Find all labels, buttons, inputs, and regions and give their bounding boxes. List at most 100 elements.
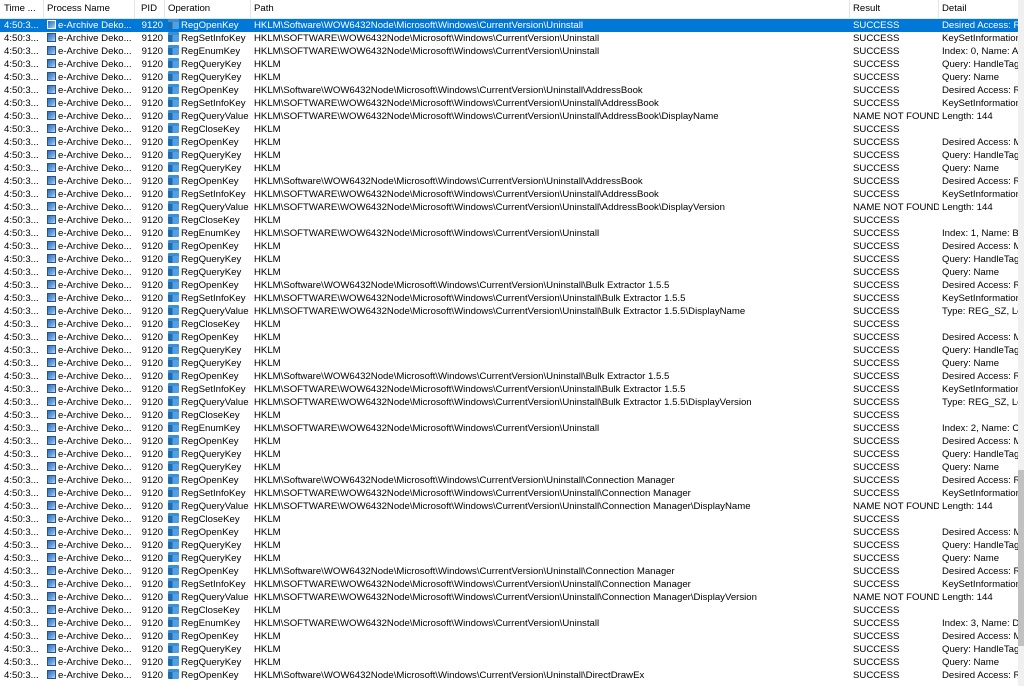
event-process-name: e-Archive Deko... xyxy=(44,435,135,448)
table-row[interactable]: 4:50:3... e-Archive Deko... 9120 RegCloseKe… xyxy=(0,513,1024,526)
column-header-detail[interactable]: Detail xyxy=(939,0,1024,18)
table-row[interactable]: 4:50:3... e-Archive Deko... 9120 RegOpenKey… xyxy=(0,630,1024,643)
event-detail-text: Desired Access: M... xyxy=(942,241,1024,252)
table-row[interactable]: 4:50:3... e-Archive Deko... 9120 RegQueryKe… xyxy=(0,643,1024,656)
table-row[interactable]: 4:50:3... e-Archive Deko... 9120 RegQueryKe… xyxy=(0,266,1024,279)
column-header-pid[interactable]: PID xyxy=(135,0,165,18)
table-row[interactable]: 4:50:3... e-Archive Deko... 9120 RegSetInfo… xyxy=(0,188,1024,201)
event-detail: Query: HandleTag... xyxy=(939,344,1024,357)
event-pid: 9120 xyxy=(135,318,165,331)
registry-icon xyxy=(168,110,179,120)
table-row[interactable]: 4:50:3... e-Archive Deko... 9120 RegQueryKe… xyxy=(0,539,1024,552)
table-row[interactable]: 4:50:3... e-Archive Deko... 9120 RegQueryVa… xyxy=(0,305,1024,318)
vertical-scrollbar[interactable] xyxy=(1018,0,1024,686)
table-row[interactable]: 4:50:3... e-Archive Deko... 9120 RegOpenKey… xyxy=(0,331,1024,344)
event-time-text: 4:50:3... xyxy=(4,189,39,200)
table-row[interactable]: 4:50:3... e-Archive Deko... 9120 RegQueryKe… xyxy=(0,58,1024,71)
table-row[interactable]: 4:50:3... e-Archive Deko... 9120 RegCloseKe… xyxy=(0,318,1024,331)
event-detail-text: KeySetInformation... xyxy=(942,189,1024,200)
table-row[interactable]: 4:50:3... e-Archive Deko... 9120 RegQueryVa… xyxy=(0,591,1024,604)
event-time: 4:50:3... xyxy=(0,513,44,526)
event-pid: 9120 xyxy=(135,539,165,552)
table-row[interactable]: 4:50:3... e-Archive Deko... 9120 RegSetInfo… xyxy=(0,383,1024,396)
table-row[interactable]: 4:50:3... e-Archive Deko... 9120 RegQueryKe… xyxy=(0,656,1024,669)
table-row[interactable]: 4:50:3... e-Archive Deko... 9120 RegCloseKe… xyxy=(0,214,1024,227)
table-row[interactable]: 4:50:3... e-Archive Deko... 9120 RegQueryKe… xyxy=(0,253,1024,266)
table-row[interactable]: 4:50:3... e-Archive Deko... 9120 RegOpenKey… xyxy=(0,669,1024,682)
table-row[interactable]: 4:50:3... e-Archive Deko... 9120 RegOpenKey… xyxy=(0,435,1024,448)
table-row[interactable]: 4:50:3... e-Archive Deko... 9120 RegQueryKe… xyxy=(0,448,1024,461)
event-time-text: 4:50:3... xyxy=(4,540,39,551)
process-icon xyxy=(47,449,56,458)
event-time: 4:50:3... xyxy=(0,422,44,435)
column-header-path[interactable]: Path xyxy=(251,0,850,18)
table-row[interactable]: 4:50:3... e-Archive Deko... 9120 RegQueryKe… xyxy=(0,344,1024,357)
column-header-operation[interactable]: Operation xyxy=(165,0,251,18)
registry-icon xyxy=(168,669,179,679)
event-path-text: HKLM xyxy=(254,137,281,148)
process-icon xyxy=(47,527,56,536)
table-row[interactable]: 4:50:3... e-Archive Deko... 9120 RegOpenKey… xyxy=(0,370,1024,383)
event-result: SUCCESS xyxy=(850,669,939,682)
event-time: 4:50:3... xyxy=(0,526,44,539)
table-row[interactable]: 4:50:3... e-Archive Deko... 9120 RegQueryVa… xyxy=(0,500,1024,513)
table-row[interactable]: 4:50:3... e-Archive Deko... 9120 RegEnumKey… xyxy=(0,45,1024,58)
event-operation-text: RegOpenKey xyxy=(181,631,239,642)
table-row[interactable]: 4:50:3... e-Archive Deko... 9120 RegSetInfo… xyxy=(0,292,1024,305)
event-detail-text: Length: 144 xyxy=(942,501,993,512)
event-detail: KeySetInformation... xyxy=(939,97,1024,110)
registry-icon xyxy=(168,617,179,627)
column-header-time[interactable]: Time ... xyxy=(0,0,44,18)
table-row[interactable]: 4:50:3... e-Archive Deko... 9120 RegOpenKey… xyxy=(0,19,1024,32)
event-process-name: e-Archive Deko... xyxy=(44,240,135,253)
event-pid: 9120 xyxy=(135,474,165,487)
table-row[interactable]: 4:50:3... e-Archive Deko... 9120 RegCloseKe… xyxy=(0,604,1024,617)
table-row[interactable]: 4:50:3... e-Archive Deko... 9120 RegCloseKe… xyxy=(0,409,1024,422)
table-row[interactable]: 4:50:3... e-Archive Deko... 9120 RegQueryVa… xyxy=(0,110,1024,123)
event-pid-text: 9120 xyxy=(141,358,163,369)
process-icon xyxy=(47,592,56,601)
table-row[interactable]: 4:50:3... e-Archive Deko... 9120 RegOpenKey… xyxy=(0,526,1024,539)
event-path-text: HKLM\SOFTWARE\WOW6432Node\Microsoft\Wind… xyxy=(254,384,686,395)
column-header-result[interactable]: Result xyxy=(850,0,939,18)
table-row[interactable]: 4:50:3... e-Archive Deko... 9120 RegQueryKe… xyxy=(0,461,1024,474)
table-row[interactable]: 4:50:3... e-Archive Deko... 9120 RegEnumKey… xyxy=(0,422,1024,435)
event-time-text: 4:50:3... xyxy=(4,85,39,96)
table-row[interactable]: 4:50:3... e-Archive Deko... 9120 RegSetInfo… xyxy=(0,32,1024,45)
table-row[interactable]: 4:50:3... e-Archive Deko... 9120 RegEnumKey… xyxy=(0,617,1024,630)
table-row[interactable]: 4:50:3... e-Archive Deko... 9120 RegQueryVa… xyxy=(0,396,1024,409)
table-row[interactable]: 4:50:3... e-Archive Deko... 9120 RegOpenKey… xyxy=(0,84,1024,97)
table-row[interactable]: 4:50:3... e-Archive Deko... 9120 RegQueryKe… xyxy=(0,71,1024,84)
table-row[interactable]: 4:50:3... e-Archive Deko... 9120 RegOpenKey… xyxy=(0,474,1024,487)
table-row[interactable]: 4:50:3... e-Archive Deko... 9120 RegEnumKey… xyxy=(0,227,1024,240)
table-row[interactable]: 4:50:3... e-Archive Deko... 9120 RegQueryKe… xyxy=(0,357,1024,370)
table-row[interactable]: 4:50:3... e-Archive Deko... 9120 RegQueryKe… xyxy=(0,552,1024,565)
table-row[interactable]: 4:50:3... e-Archive Deko... 9120 RegOpenKey… xyxy=(0,565,1024,578)
table-row[interactable]: 4:50:3... e-Archive Deko... 9120 RegOpenKey… xyxy=(0,136,1024,149)
table-row[interactable]: 4:50:3... e-Archive Deko... 9120 RegQueryKe… xyxy=(0,149,1024,162)
event-detail: Query: HandleTag... xyxy=(939,149,1024,162)
table-row[interactable]: 4:50:3... e-Archive Deko... 9120 RegCloseKe… xyxy=(0,123,1024,136)
event-list[interactable]: Time ... Process Name PID Operation Path… xyxy=(0,0,1024,686)
event-path: HKLM\SOFTWARE\WOW6432Node\Microsoft\Wind… xyxy=(251,97,850,110)
table-row[interactable]: 4:50:3... e-Archive Deko... 9120 RegOpenKey… xyxy=(0,175,1024,188)
event-operation-text: RegQueryValue xyxy=(181,111,249,122)
event-detail: Desired Access: M... xyxy=(939,435,1024,448)
table-row[interactable]: 4:50:3... e-Archive Deko... 9120 RegQueryKe… xyxy=(0,162,1024,175)
event-process-name-text: e-Archive Deko... xyxy=(58,501,132,512)
event-detail: Desired Access: M... xyxy=(939,136,1024,149)
event-result: SUCCESS xyxy=(850,84,939,97)
table-row[interactable]: 4:50:3... e-Archive Deko... 9120 RegQueryVa… xyxy=(0,201,1024,214)
event-time-text: 4:50:3... xyxy=(4,527,39,538)
scrollbar-thumb[interactable] xyxy=(1018,470,1024,646)
table-row[interactable]: 4:50:3... e-Archive Deko... 9120 RegOpenKey… xyxy=(0,240,1024,253)
event-process-name: e-Archive Deko... xyxy=(44,409,135,422)
column-header-process-name[interactable]: Process Name xyxy=(44,0,135,18)
process-icon xyxy=(47,176,56,185)
event-time: 4:50:3... xyxy=(0,383,44,396)
table-row[interactable]: 4:50:3... e-Archive Deko... 9120 RegSetInfo… xyxy=(0,487,1024,500)
event-time-text: 4:50:3... xyxy=(4,46,39,57)
table-row[interactable]: 4:50:3... e-Archive Deko... 9120 RegSetInfo… xyxy=(0,97,1024,110)
table-row[interactable]: 4:50:3... e-Archive Deko... 9120 RegOpenKey… xyxy=(0,279,1024,292)
table-row[interactable]: 4:50:3... e-Archive Deko... 9120 RegSetInfo… xyxy=(0,578,1024,591)
